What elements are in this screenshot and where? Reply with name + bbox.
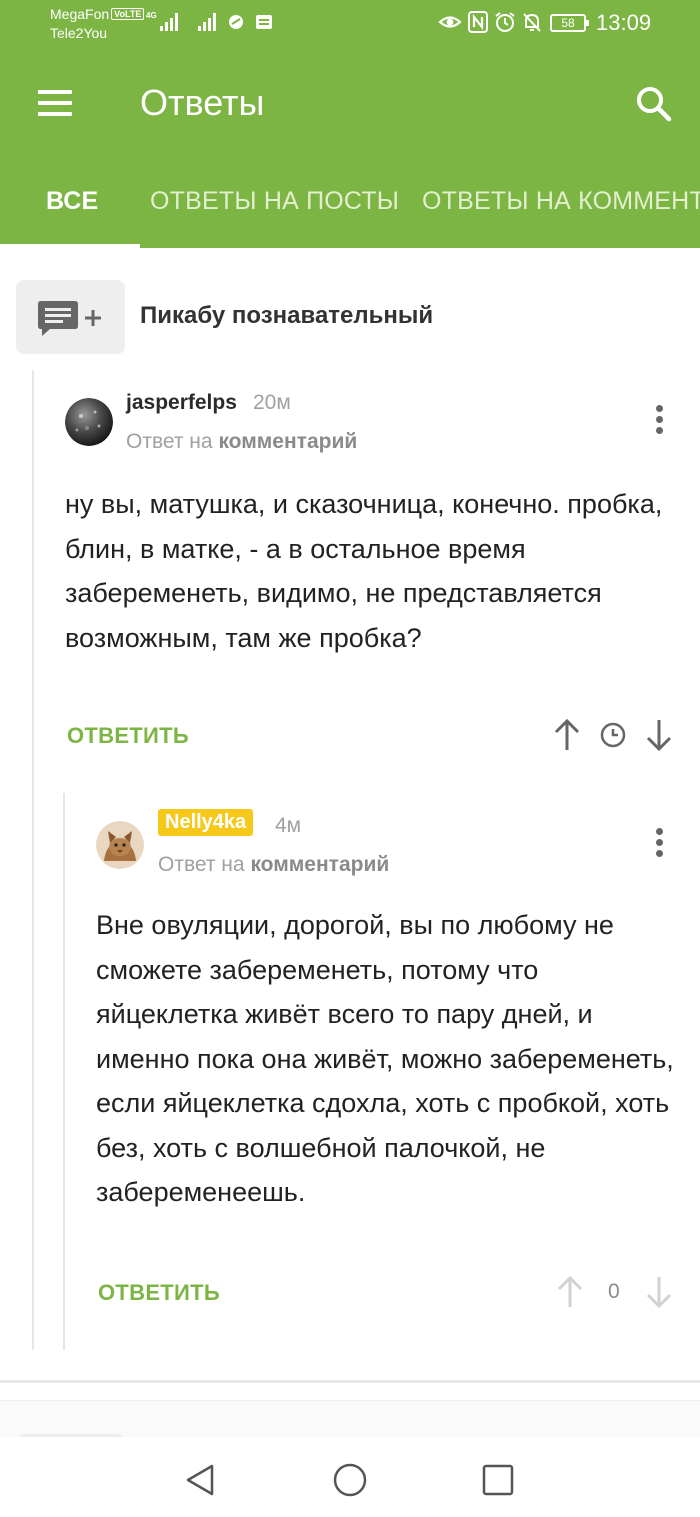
thread-line-nested (63, 793, 65, 1350)
reply-target-link[interactable]: комментарий (218, 430, 357, 453)
system-navigation-bar (0, 1437, 700, 1517)
add-comment-button[interactable] (16, 280, 125, 354)
search-icon (637, 87, 672, 122)
reply-prefix: Ответ на (158, 853, 245, 876)
downvote-arrow-icon[interactable] (645, 718, 673, 752)
tab-comment-replies[interactable]: ОТВЕТЫ НА КОММЕНТАРИИ (422, 187, 700, 216)
upvote-arrow-icon[interactable] (553, 718, 581, 752)
volte-badge: VoLTE (111, 8, 145, 20)
alarm-icon (495, 12, 515, 32)
message-icon (256, 15, 272, 29)
more-options-button[interactable] (648, 401, 670, 437)
signal-1-icon (160, 11, 178, 31)
rating-value: 0 (608, 1280, 620, 1303)
network-type: 4G (146, 11, 157, 20)
mute-bell-icon (523, 13, 541, 32)
recents-square-icon[interactable] (482, 1464, 514, 1496)
status-bar: MegaFon VoLTE Tele2You 4G 58 13:09 (0, 0, 700, 48)
comment-text: ну вы, матушка, и сказочница, конечно. п… (65, 489, 663, 653)
reply-button[interactable]: ОТВЕТИТЬ (67, 723, 189, 749)
upvote-arrow-icon[interactable] (556, 1275, 584, 1309)
next-post-card[interactable] (0, 1400, 700, 1454)
battery-indicator: 58 (550, 14, 589, 32)
page-title: Ответы (140, 82, 265, 123)
avatar[interactable] (65, 398, 113, 446)
avatar-image (96, 821, 144, 869)
home-circle-icon[interactable] (333, 1463, 367, 1497)
menu-button[interactable] (38, 90, 72, 116)
active-tab-indicator (0, 244, 140, 248)
app-header: MegaFon VoLTE Tele2You 4G 58 13:09 Ответы… (0, 0, 700, 248)
data-saver-icon (229, 15, 243, 29)
carrier-info: MegaFon VoLTE Tele2You (50, 5, 145, 43)
post-title[interactable]: Пикабу познавательный (140, 302, 433, 330)
carrier-1: MegaFon (50, 6, 110, 22)
downvote-arrow-icon[interactable] (645, 1275, 673, 1309)
more-options-button[interactable] (648, 824, 670, 860)
reply-target-link[interactable]: комментарий (250, 853, 389, 876)
search-button[interactable] (634, 84, 674, 124)
add-comment-icon (38, 301, 101, 336)
avatar[interactable] (96, 821, 144, 869)
comment-age: 20м (253, 391, 291, 414)
reply-context: Ответ на комментарий (158, 853, 389, 877)
carrier-2: Tele2You (50, 25, 108, 41)
reply-button[interactable]: ОТВЕТИТЬ (98, 1280, 220, 1306)
comment-author[interactable]: Nelly4ka (158, 809, 254, 836)
clock-icon[interactable] (599, 721, 627, 749)
signal-2-icon (198, 11, 216, 31)
comment-author[interactable]: jasperfelps (126, 391, 237, 415)
section-divider (0, 1380, 700, 1383)
comment-text: Вне овуляции, дорогой, вы по любому не с… (96, 910, 674, 1207)
thread-line (32, 370, 34, 1350)
avatar-image (65, 398, 113, 446)
reply-context: Ответ на комментарий (126, 430, 357, 454)
reply-prefix: Ответ на (126, 430, 213, 453)
nfc-icon (468, 11, 488, 33)
eye-comfort-icon (438, 16, 462, 28)
clock: 13:09 (596, 10, 652, 35)
tab-all[interactable]: ВСЕ (46, 187, 98, 216)
comment-age: 4м (275, 814, 302, 837)
back-triangle-icon[interactable] (184, 1463, 216, 1497)
tab-post-replies[interactable]: ОТВЕТЫ НА ПОСТЫ (150, 187, 399, 216)
